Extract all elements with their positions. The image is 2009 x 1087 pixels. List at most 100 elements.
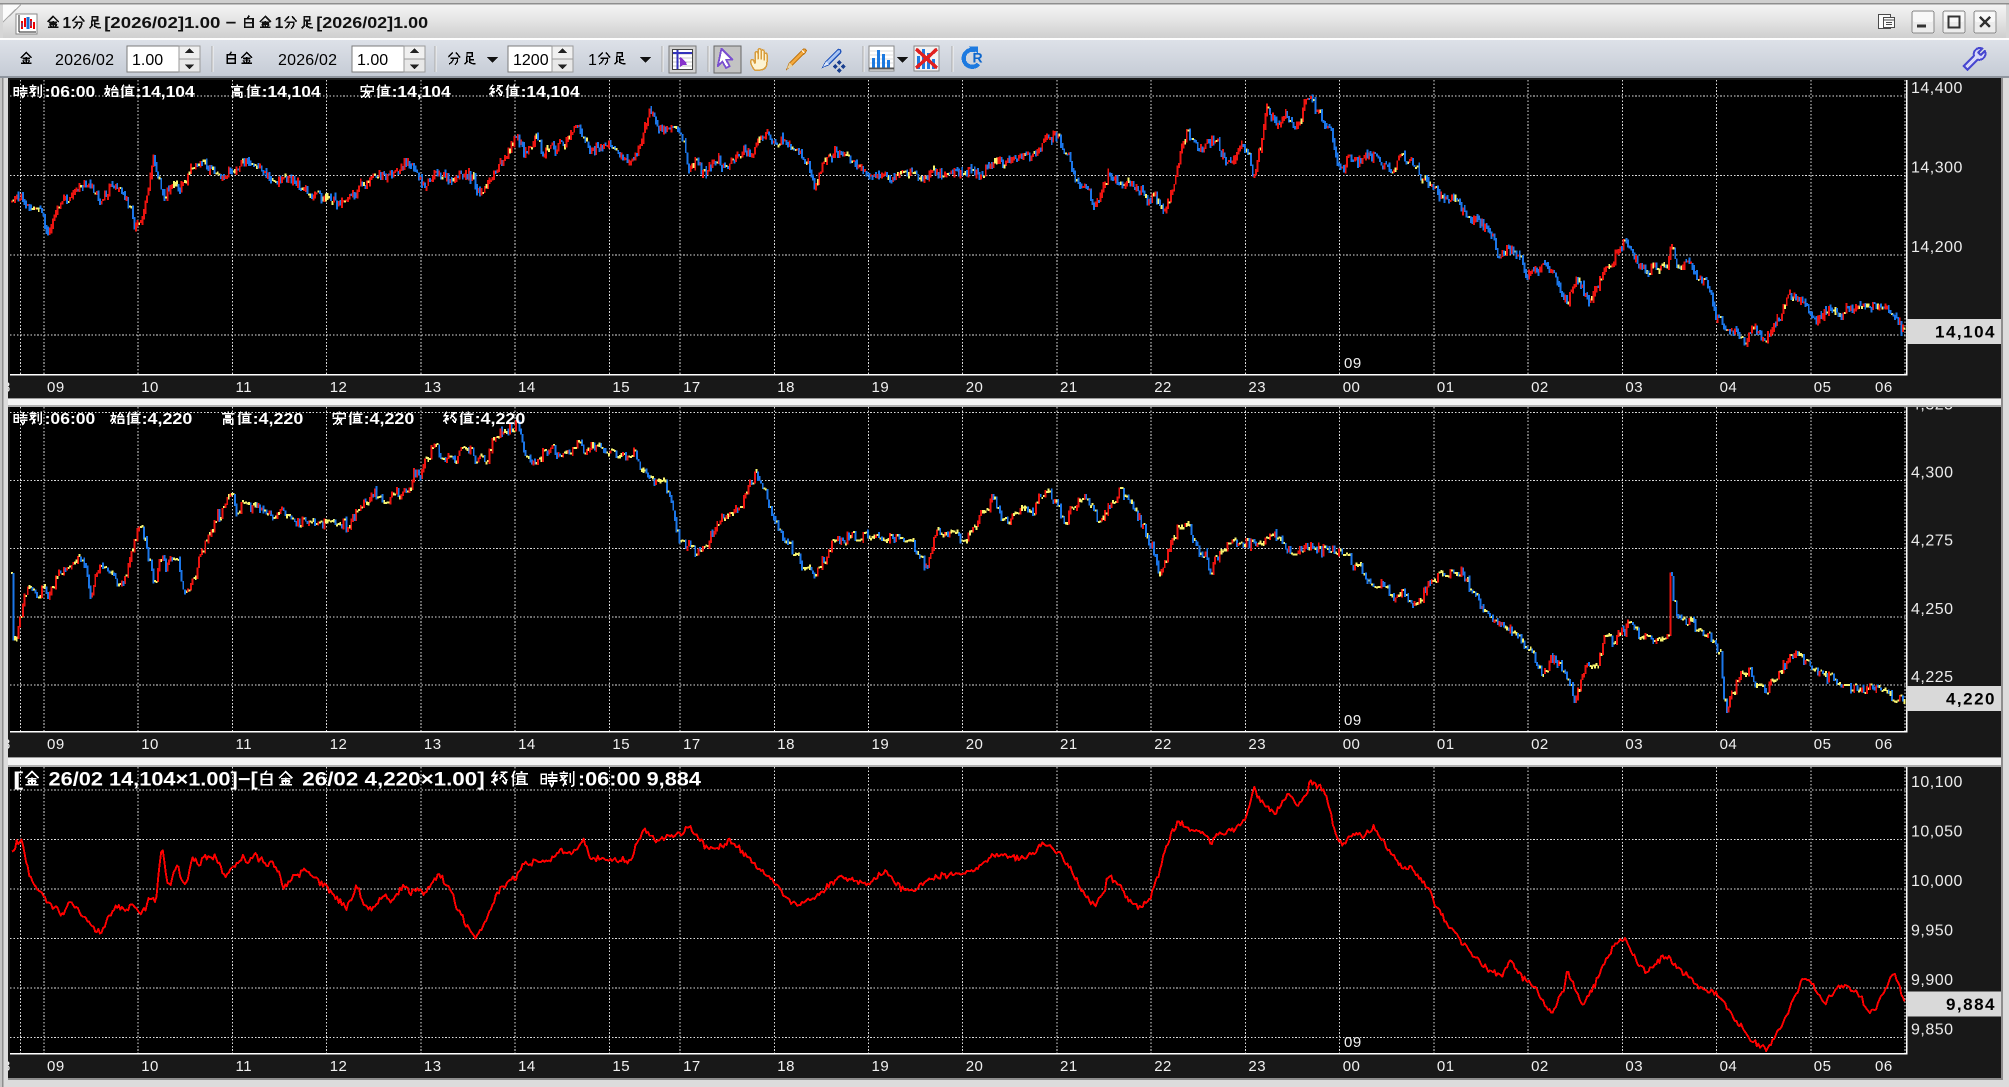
svg-text:23: 23 — [1248, 379, 1266, 396]
svg-text:12: 12 — [330, 736, 348, 753]
svg-text::06:00 9,884: :06:00 9,884 — [578, 770, 701, 791]
svg-text:01: 01 — [1437, 1058, 1455, 1075]
svg-text:1: 1 — [588, 52, 597, 69]
svg-text:05: 05 — [1814, 1058, 1832, 1075]
svg-text:13: 13 — [424, 1058, 442, 1075]
svg-text:9,850: 9,850 — [1911, 1022, 1954, 1039]
svg-text:09: 09 — [1344, 1034, 1362, 1051]
svg-text:11: 11 — [236, 1058, 253, 1075]
svg-text:15: 15 — [612, 736, 630, 753]
svg-text:21: 21 — [1060, 379, 1078, 396]
svg-text:00: 00 — [1343, 736, 1361, 753]
svg-text:11: 11 — [236, 736, 253, 753]
svg-text:01: 01 — [1437, 736, 1455, 753]
svg-text:18: 18 — [777, 1058, 795, 1075]
svg-text:18: 18 — [777, 736, 795, 753]
svg-text:14: 14 — [518, 379, 536, 396]
svg-text:10,050: 10,050 — [1911, 824, 1963, 841]
svg-text:4,300: 4,300 — [1911, 465, 1954, 482]
svg-text:19: 19 — [872, 736, 890, 753]
svg-text:04: 04 — [1720, 1058, 1738, 1075]
svg-text:04: 04 — [1720, 379, 1738, 396]
svg-text:10,100: 10,100 — [1911, 774, 1963, 791]
svg-text:06: 06 — [1875, 379, 1893, 396]
svg-text:10,000: 10,000 — [1911, 873, 1963, 890]
svg-text:14: 14 — [518, 1058, 536, 1075]
svg-text::4,220: :4,220 — [253, 411, 304, 428]
svg-text:15: 15 — [612, 1058, 630, 1075]
svg-text::06:00: :06:00 — [45, 411, 96, 428]
svg-text:20: 20 — [966, 379, 984, 396]
svg-text:4,225: 4,225 — [1911, 669, 1954, 686]
svg-text:21: 21 — [1060, 736, 1078, 753]
svg-text:9,884: 9,884 — [1946, 995, 1996, 1014]
svg-text:1.00: 1.00 — [357, 52, 388, 69]
svg-text:09: 09 — [47, 379, 65, 396]
svg-text:06: 06 — [1875, 736, 1893, 753]
svg-text:2026/02: 2026/02 — [55, 52, 114, 69]
svg-text:06: 06 — [1875, 1058, 1893, 1075]
svg-text:23: 23 — [1248, 1058, 1266, 1075]
svg-text:02: 02 — [1531, 736, 1549, 753]
svg-text:10: 10 — [141, 1058, 159, 1075]
svg-text:[2026/02]1.00: [2026/02]1.00 — [316, 15, 428, 32]
svg-text:9,900: 9,900 — [1911, 972, 1954, 989]
svg-text:01: 01 — [1437, 379, 1455, 396]
svg-text:23: 23 — [1248, 736, 1266, 753]
svg-text:19: 19 — [872, 1058, 890, 1075]
svg-text:10: 10 — [141, 379, 159, 396]
svg-text:04: 04 — [1720, 736, 1738, 753]
svg-text:03: 03 — [1625, 736, 1643, 753]
svg-text:14,400: 14,400 — [1911, 80, 1963, 97]
svg-text:9,950: 9,950 — [1911, 923, 1954, 940]
svg-text:22: 22 — [1154, 736, 1172, 753]
svg-text:15: 15 — [612, 379, 630, 396]
svg-text:13: 13 — [424, 379, 442, 396]
svg-text::4,220: :4,220 — [142, 411, 193, 428]
svg-text:17: 17 — [683, 1058, 701, 1075]
svg-text:00: 00 — [1343, 1058, 1361, 1075]
svg-text:10: 10 — [141, 736, 159, 753]
svg-text:4,220: 4,220 — [1946, 689, 1996, 708]
svg-text:03: 03 — [1625, 379, 1643, 396]
svg-text:26/02 14,104×1.00]−[: 26/02 14,104×1.00]−[ — [43, 770, 259, 791]
svg-text:17: 17 — [683, 379, 701, 396]
svg-text:09: 09 — [47, 736, 65, 753]
svg-text::14,104: :14,104 — [521, 84, 580, 101]
svg-text:19: 19 — [872, 379, 890, 396]
svg-text::14,104: :14,104 — [262, 84, 321, 101]
svg-text:02: 02 — [1531, 1058, 1549, 1075]
svg-text:00: 00 — [1343, 379, 1361, 396]
svg-text:17: 17 — [683, 736, 701, 753]
svg-text:[2026/02]1.00 −: [2026/02]1.00 − — [104, 15, 242, 32]
svg-text:12: 12 — [330, 1058, 348, 1075]
svg-text:1200: 1200 — [513, 52, 549, 69]
svg-text:4,250: 4,250 — [1911, 601, 1954, 618]
svg-text:20: 20 — [966, 736, 984, 753]
svg-text:20: 20 — [966, 1058, 984, 1075]
svg-text:03: 03 — [1625, 1058, 1643, 1075]
svg-text:14: 14 — [518, 736, 536, 753]
svg-text::4,220: :4,220 — [364, 411, 415, 428]
svg-text:13: 13 — [424, 736, 442, 753]
svg-text:14,300: 14,300 — [1911, 160, 1963, 177]
svg-text:09: 09 — [1344, 355, 1362, 372]
svg-text:1: 1 — [275, 15, 284, 32]
svg-text:05: 05 — [1814, 379, 1832, 396]
svg-text:21: 21 — [1060, 1058, 1078, 1075]
svg-text:05: 05 — [1814, 736, 1832, 753]
svg-text:4,275: 4,275 — [1911, 533, 1954, 550]
svg-text:18: 18 — [777, 379, 795, 396]
svg-text:14,104: 14,104 — [1935, 323, 1996, 342]
svg-text:1: 1 — [63, 15, 72, 32]
svg-text:22: 22 — [1154, 379, 1172, 396]
svg-text:1.00: 1.00 — [132, 52, 163, 69]
svg-text:2026/02: 2026/02 — [278, 52, 337, 69]
svg-text::06:00: :06:00 — [45, 84, 96, 101]
svg-text:14,200: 14,200 — [1911, 239, 1963, 256]
svg-text:09: 09 — [1344, 712, 1362, 729]
svg-text:11: 11 — [236, 379, 253, 396]
svg-text::4,220: :4,220 — [475, 411, 526, 428]
svg-text:12: 12 — [330, 379, 348, 396]
svg-text::14,104: :14,104 — [136, 84, 195, 101]
